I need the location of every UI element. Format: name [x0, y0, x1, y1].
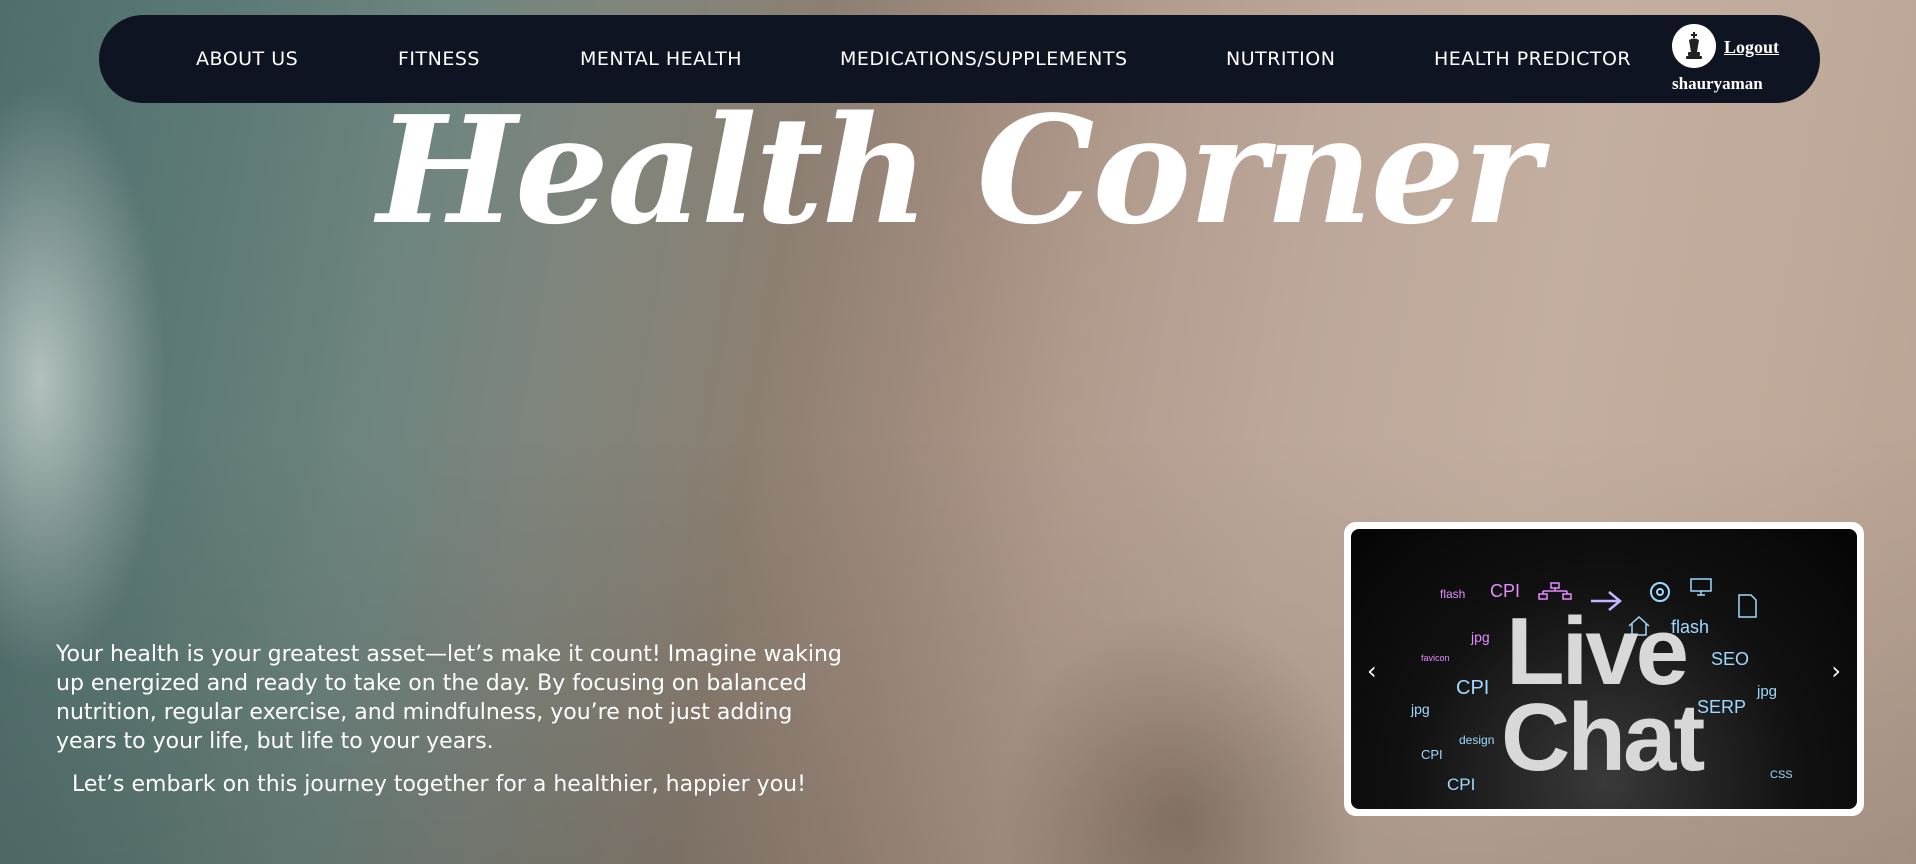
- carousel-next-button[interactable]: ›: [1831, 657, 1841, 685]
- neon-word: CPI: [1447, 775, 1476, 794]
- username-label: shauryaman: [1672, 74, 1763, 93]
- neon-word: SEO: [1711, 649, 1750, 669]
- nav-fitness[interactable]: FITNESS: [398, 48, 480, 70]
- neon-word: jpg: [1471, 629, 1490, 645]
- profile-avatar[interactable]: [1672, 24, 1716, 68]
- neon-word: CPI: [1421, 747, 1443, 762]
- site-title: Health Corner: [377, 83, 1541, 257]
- nav-medications-supplements[interactable]: MEDICATIONS/SUPPLEMENTS: [840, 48, 1128, 70]
- logout-link[interactable]: Logout: [1724, 37, 1779, 58]
- live-chat-heading: Live Chat: [1501, 598, 1705, 791]
- neon-word: favicon: [1421, 653, 1450, 663]
- nav-health-predictor[interactable]: HEALTH PREDICTOR: [1434, 48, 1631, 70]
- live-chat-image[interactable]: flash CPI jpg SEO CPI SERP jpg design CP…: [1351, 529, 1857, 809]
- neon-word: jpg: [1757, 683, 1778, 700]
- document-icon: [1738, 594, 1757, 618]
- neon-word: flash: [1440, 587, 1466, 601]
- neon-word: CSS: [1770, 769, 1793, 781]
- chess-king-icon: [1672, 24, 1716, 68]
- live-chat-carousel[interactable]: flash CPI jpg SEO CPI SERP jpg design CP…: [1344, 522, 1864, 816]
- neon-word: CPI: [1456, 677, 1490, 699]
- nav-mental-health[interactable]: MENTAL HEALTH: [580, 48, 742, 70]
- monitor-icon: [1690, 578, 1712, 596]
- intro-tagline: Let’s embark on this journey together fo…: [72, 772, 806, 797]
- nav-about-us[interactable]: ABOUT US: [196, 48, 298, 70]
- nav-nutrition[interactable]: NUTRITION: [1226, 48, 1335, 70]
- neon-word: design: [1459, 733, 1495, 747]
- carousel-prev-button[interactable]: ‹: [1367, 657, 1377, 685]
- neon-word: SERP: [1697, 697, 1747, 717]
- neon-word: jpg: [1411, 701, 1430, 717]
- intro-paragraph: Your health is your greatest asset—let’s…: [56, 642, 842, 754]
